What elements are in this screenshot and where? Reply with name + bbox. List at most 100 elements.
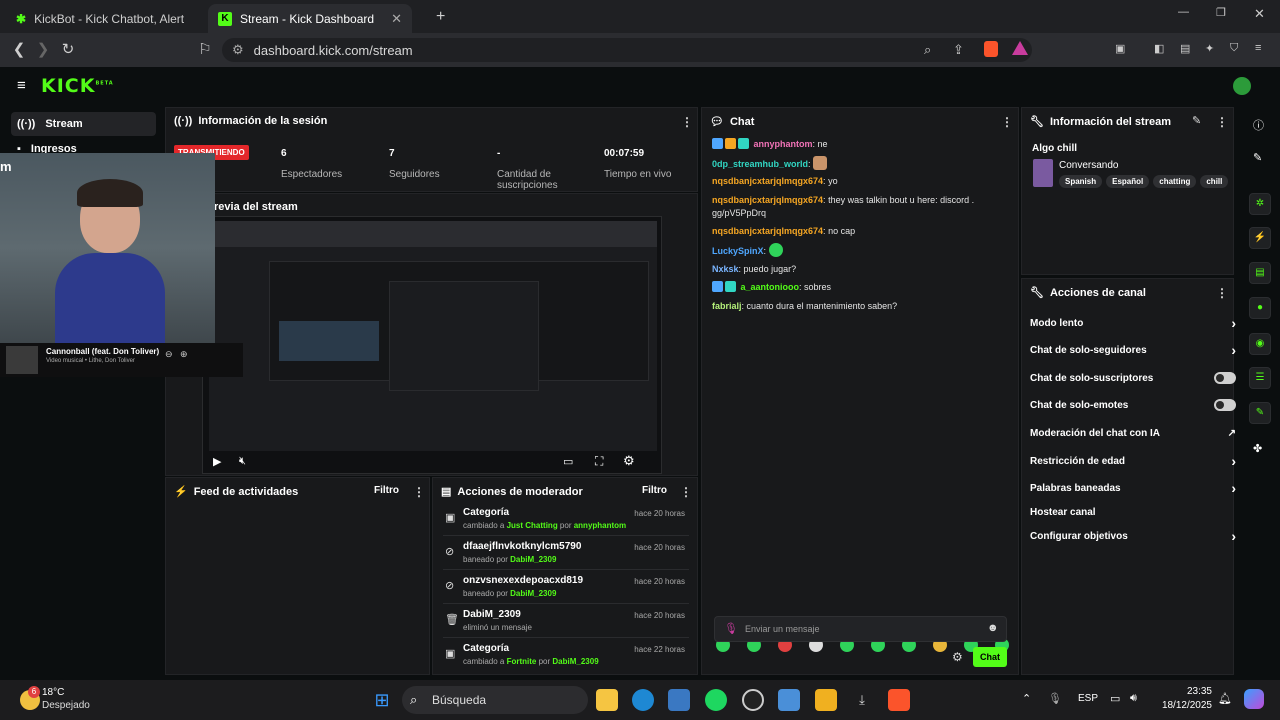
list-icon[interactable]: ☰ xyxy=(1249,367,1271,389)
chat-settings-icon[interactable]: ⚙ xyxy=(952,650,963,664)
action-followers-only[interactable]: Chat de solo-seguidores › xyxy=(1030,339,1236,361)
close-tab-icon[interactable]: ✕ xyxy=(391,11,402,27)
chat-send-button[interactable]: Chat xyxy=(973,647,1007,667)
mod-action-row[interactable]: ▣ Categoría cambiado a Just Chatting por… xyxy=(443,504,689,536)
chat-input-box[interactable]: 🎙︎ Enviar un mensaje ☻ xyxy=(714,616,1007,642)
chat-more-icon[interactable]: ⋮ xyxy=(1001,115,1013,129)
weather-widget[interactable]: 6 18°C Despejado xyxy=(14,686,124,714)
subscribers-only-toggle[interactable] xyxy=(1214,372,1236,384)
edit-icon[interactable]: ✎ xyxy=(1192,114,1201,127)
chat-message[interactable]: a_aantoniooo: sobres xyxy=(712,281,1002,294)
action-slow-mode[interactable]: Modo lento › xyxy=(1030,312,1236,334)
chat-icon[interactable]: ● xyxy=(1249,297,1271,319)
kick-logo[interactable]: KICKBETA xyxy=(41,75,114,97)
mute-icon[interactable]: 🔇︎ xyxy=(239,455,246,468)
close-window-button[interactable]: ✕ xyxy=(1254,6,1265,22)
action-subscribers-only[interactable]: Chat de solo-suscriptores xyxy=(1030,367,1236,389)
action-set-goals[interactable]: Configurar objetivos › xyxy=(1030,525,1236,547)
document-icon[interactable]: ▤ xyxy=(1249,262,1271,284)
clock-date[interactable]: 18/12/2025 xyxy=(1158,700,1212,711)
dislike-icon[interactable]: ⊖ xyxy=(165,349,173,360)
hamburger-menu-icon[interactable]: ≡ xyxy=(17,77,26,94)
taskbar-search[interactable]: ⌕ Búsqueda xyxy=(402,686,588,714)
obs-icon[interactable] xyxy=(742,689,764,711)
lightning-icon[interactable]: ⚡ xyxy=(1249,227,1271,249)
channel-actions-more-icon[interactable]: ⋮ xyxy=(1216,286,1228,300)
address-bar[interactable]: ⚙ dashboard.kick.com/stream xyxy=(222,38,1032,62)
emotes-only-toggle[interactable] xyxy=(1214,399,1236,411)
pencil-icon[interactable]: ✎ xyxy=(1253,151,1262,164)
emoji-icon[interactable]: ☻ xyxy=(987,622,999,634)
mod-action-row[interactable]: ⊘ onzvsnexexdepoacxd819 baneado por Dabi… xyxy=(443,572,689,604)
forward-icon[interactable]: ❯ xyxy=(34,41,52,59)
network-icon[interactable]: ▭ xyxy=(1110,692,1120,705)
chat-message[interactable]: nqsdbanjcxtarjqlmqgx674: no cap xyxy=(712,225,1002,238)
brave-rewards-icon[interactable] xyxy=(1012,41,1028,55)
chat-message[interactable]: annyphantom: ne xyxy=(712,138,1002,151)
info-icon[interactable]: ⓘ xyxy=(1253,117,1264,133)
app-icon[interactable] xyxy=(778,689,800,711)
spotify-icon[interactable] xyxy=(705,689,727,711)
reader-mode-icon[interactable]: ▣ xyxy=(1115,42,1125,55)
webcam-overlay[interactable]: m xyxy=(0,153,215,343)
mod-action-row[interactable]: ▣ Categoría cambiado a Fortnite por Dabi… xyxy=(443,640,689,672)
app-icon[interactable] xyxy=(815,689,837,711)
copilot-icon[interactable] xyxy=(1244,689,1264,709)
sidebar-toggle-icon[interactable]: ◧ xyxy=(1154,42,1164,55)
tray-chevron-icon[interactable]: ⌃ xyxy=(1022,692,1031,705)
chat-message[interactable]: nqsdbanjcxtarjqlmqgx674: yo xyxy=(712,175,1002,188)
stream-preview-video[interactable]: ▶ 🔇︎ ▭ ⛶ ⚙ xyxy=(202,216,662,474)
share-icon[interactable]: ⇪ xyxy=(953,42,964,58)
site-settings-icon[interactable]: ⚙ xyxy=(232,42,244,58)
now-playing-bar[interactable]: Cannonball (feat. Don Toliver) Video mus… xyxy=(0,343,243,377)
mod-action-row[interactable]: 🗑︎ DabiM_2309 eliminó un mensaje hace 20… xyxy=(443,606,689,638)
chat-message[interactable]: nqsdbanjcxtarjqlmqgx674: they was talkin… xyxy=(712,194,1002,220)
language-indicator[interactable]: ESP xyxy=(1078,693,1098,704)
mic-icon[interactable]: 🎙︎ xyxy=(1048,692,1062,705)
file-explorer-icon[interactable] xyxy=(596,689,618,711)
brave-icon[interactable] xyxy=(888,689,910,711)
action-host-channel[interactable]: Hostear canal xyxy=(1030,501,1236,523)
new-tab-button[interactable]: + xyxy=(436,8,445,26)
mod-action-row[interactable]: ⊘ dfaaejflnvkotknylcm5790 baneado por Da… xyxy=(443,538,689,570)
wrench-icon[interactable]: ✎ xyxy=(1249,402,1271,424)
broadcast-icon[interactable]: ◉ xyxy=(1249,333,1271,355)
store-icon[interactable] xyxy=(668,689,690,711)
stream-info-more-icon[interactable]: ⋮ xyxy=(1216,115,1228,129)
action-age-restriction[interactable]: Restricción de edad › xyxy=(1030,450,1236,472)
download-icon[interactable]: ⤓ xyxy=(851,689,873,711)
vpn-icon[interactable]: ⛉ xyxy=(1230,42,1238,55)
microphone-icon[interactable]: 🎙︎ xyxy=(724,622,738,635)
user-avatar[interactable] xyxy=(1233,77,1251,95)
settings-gear-icon[interactable]: ⚙ xyxy=(623,453,635,469)
pip-icon[interactable]: ▭ xyxy=(563,455,573,468)
zoom-icon[interactable]: ⌕ xyxy=(924,42,931,58)
activity-filter-button[interactable]: Filtro xyxy=(374,485,399,496)
brave-shield-icon[interactable] xyxy=(984,41,998,57)
action-ai-moderation[interactable]: Moderación del chat con IA ↗ xyxy=(1030,422,1236,444)
bookmark-icon[interactable]: ⚐ xyxy=(196,41,214,59)
action-banned-words[interactable]: Palabras baneadas › xyxy=(1030,477,1236,499)
chat-message[interactable]: fabrialj: cuanto dura el mantenimiento s… xyxy=(712,300,1002,313)
browser-tab-kickbot[interactable]: ✱ KickBot - Kick Chatbot, Alerts, TTS, C xyxy=(6,4,206,33)
edge-icon[interactable] xyxy=(632,689,654,711)
chat-message[interactable]: 0dp_streamhub_world: xyxy=(712,156,1002,171)
mod-filter-button[interactable]: Filtro xyxy=(642,485,667,496)
wallet-icon[interactable]: ▤ xyxy=(1180,42,1190,55)
bug-icon[interactable]: ✲ xyxy=(1249,193,1271,215)
clock-time[interactable]: 23:35 xyxy=(1186,686,1212,697)
session-more-icon[interactable]: ⋮ xyxy=(681,115,693,129)
activity-more-icon[interactable]: ⋮ xyxy=(413,485,425,499)
sidebar-item-stream[interactable]: ((·)) Stream xyxy=(11,112,156,136)
plugin-icon[interactable]: ✤ xyxy=(1253,442,1262,455)
windows-start-icon[interactable]: ⊞ xyxy=(371,689,393,711)
chat-message[interactable]: Nxksk: puedo jugar? xyxy=(712,263,1002,276)
leo-ai-icon[interactable]: ✦ xyxy=(1205,42,1214,55)
browser-tab-stream[interactable]: K Stream - Kick Dashboard ✕ xyxy=(208,4,412,33)
play-icon[interactable]: ▶ xyxy=(213,455,221,468)
volume-icon[interactable]: 🔊︎ xyxy=(1130,692,1137,705)
minimize-button[interactable]: — xyxy=(1178,6,1189,18)
notification-bell-icon[interactable]: 🔔︎ xyxy=(1218,692,1232,705)
reload-icon[interactable]: ↻ xyxy=(59,41,77,59)
maximize-button[interactable]: ❐ xyxy=(1216,6,1226,19)
